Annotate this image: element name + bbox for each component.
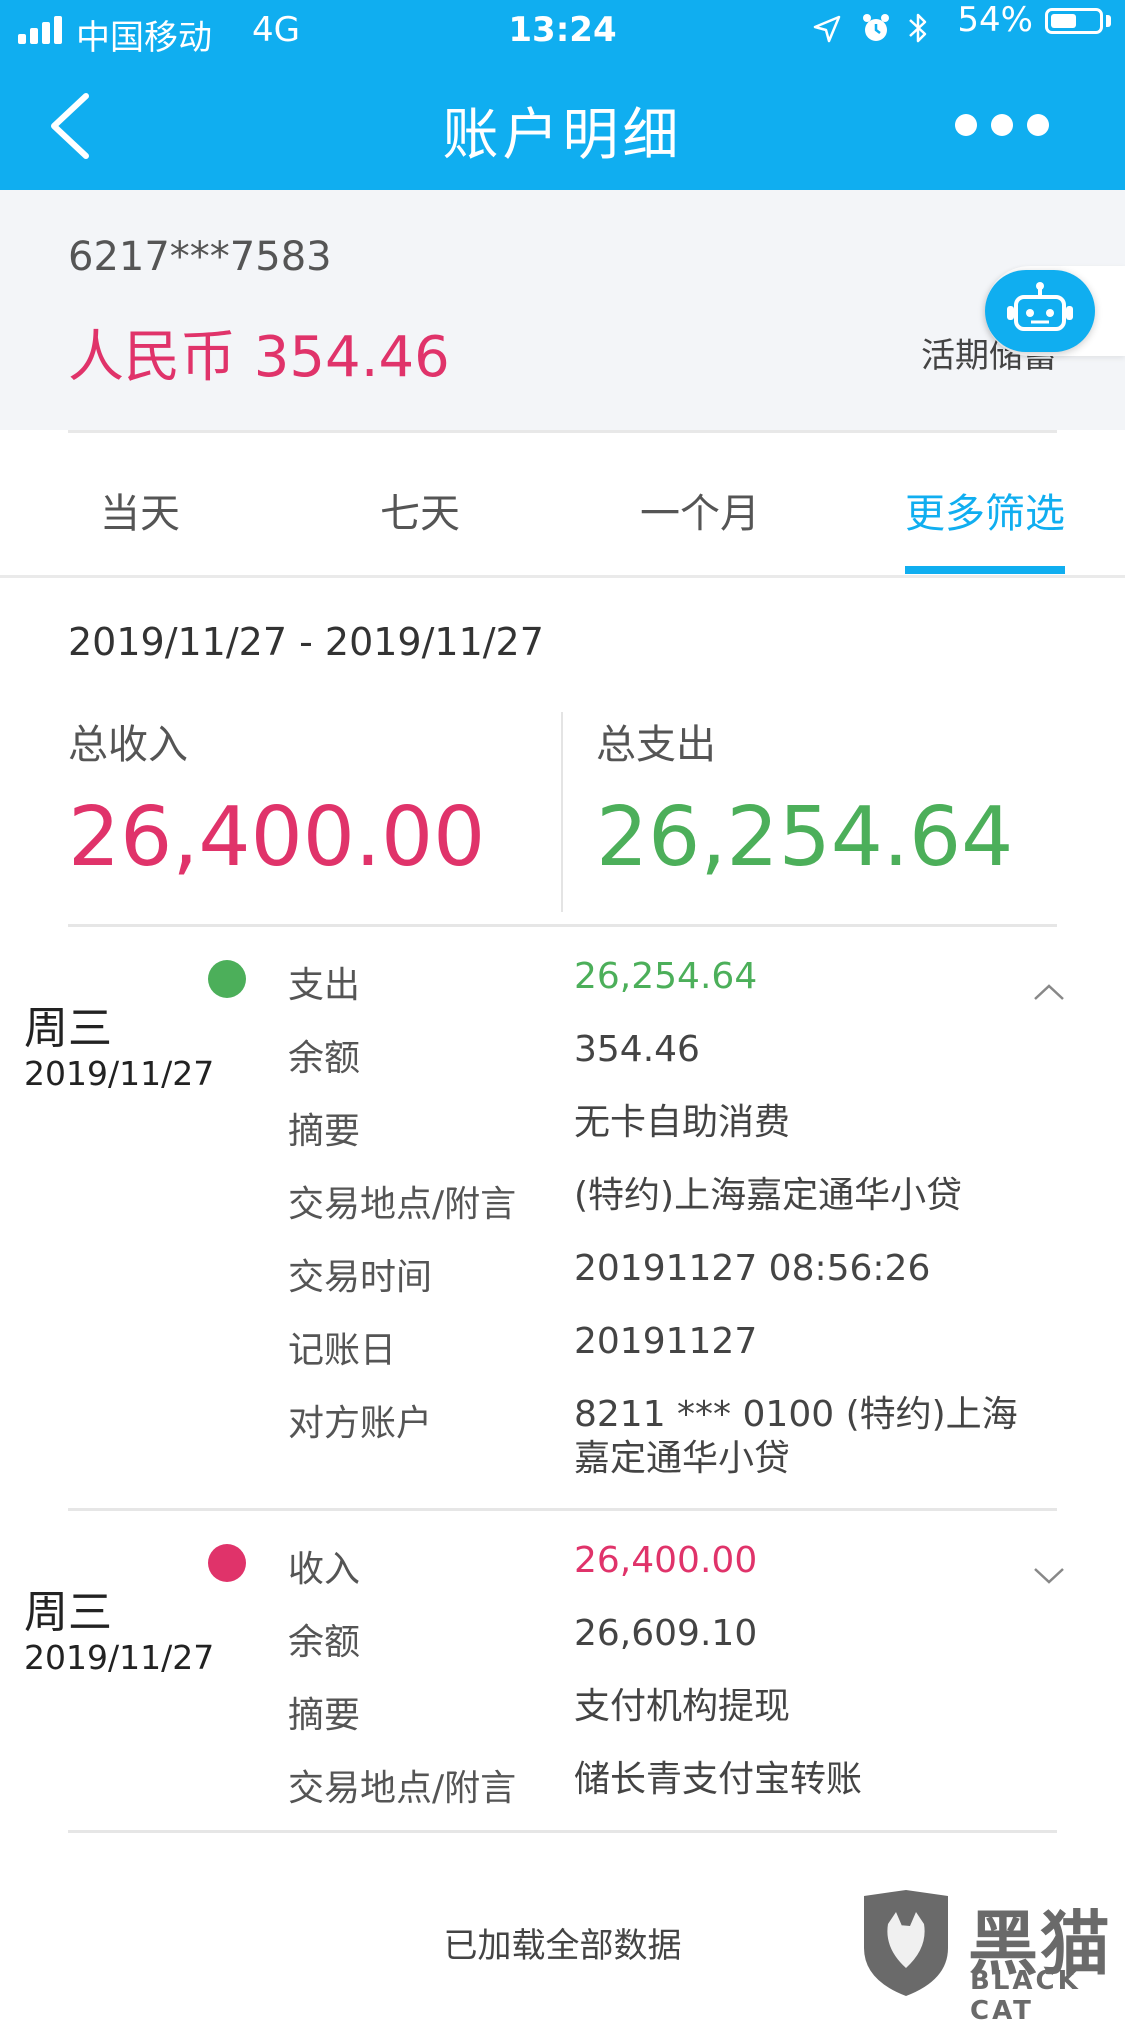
total-expense-label: 总支出 xyxy=(596,722,716,768)
watermark-subtext: BLACK CAT xyxy=(970,1966,1081,2026)
battery-percent: 54% xyxy=(957,0,1033,40)
income-dot-icon xyxy=(208,1544,246,1582)
load-complete-text: 已加载全部数据 xyxy=(443,1926,682,1966)
expense-dot-icon xyxy=(208,960,246,998)
total-expense-value: 26,254.64 xyxy=(596,790,1014,885)
black-cat-logo-icon xyxy=(864,1890,948,1996)
status-bar: 中国移动 4G 13:24 54% xyxy=(0,0,1125,60)
detail-value-continued: 嘉定通华小贷 xyxy=(574,1438,791,1479)
detail-value: (特约)上海嘉定通华小贷 xyxy=(574,1175,963,1216)
transaction-weekday: 周三 xyxy=(24,1003,112,1054)
account-number: 6217***7583 xyxy=(68,234,332,280)
detail-label: 交易时间 xyxy=(288,1257,433,1298)
filter-tabs: 当天 七天 一个月 更多筛选 xyxy=(0,433,1125,575)
tab-one-month[interactable]: 一个月 xyxy=(600,481,800,539)
tab-more-filters[interactable]: 更多筛选 xyxy=(885,481,1085,539)
detail-label: 记账日 xyxy=(288,1330,397,1371)
transaction-date: 2019/11/27 xyxy=(24,1054,215,1093)
detail-label: 余额 xyxy=(288,1038,361,1079)
assistant-button[interactable] xyxy=(985,270,1095,352)
transaction-amount: 26,254.64 xyxy=(574,956,758,997)
transaction-date: 2019/11/27 xyxy=(24,1638,215,1677)
battery-icon xyxy=(1045,8,1103,34)
more-dots-icon[interactable] xyxy=(955,112,1065,136)
detail-label: 交易地点/附言 xyxy=(288,1768,517,1809)
alarm-icon xyxy=(863,14,889,41)
robot-icon xyxy=(1007,282,1073,331)
status-time: 13:24 xyxy=(508,10,617,50)
detail-value: 储长青支付宝转账 xyxy=(574,1759,863,1800)
transaction-amount: 26,400.00 xyxy=(574,1540,758,1581)
bluetooth-icon xyxy=(909,13,927,43)
app-header: 中国移动 4G 13:24 54% 账户明细 xyxy=(0,0,1125,190)
tab-today[interactable]: 当天 xyxy=(40,481,240,539)
divider xyxy=(68,1830,1057,1833)
location-arrow-icon xyxy=(813,15,841,43)
detail-label: 余额 xyxy=(288,1622,361,1663)
detail-label: 摘要 xyxy=(288,1111,361,1152)
account-balance: 人民币 354.46 xyxy=(68,325,450,390)
detail-label: 对方账户 xyxy=(288,1403,433,1444)
divider xyxy=(561,712,563,912)
detail-value: 支付机构提现 xyxy=(574,1686,791,1727)
divider xyxy=(68,1508,1057,1511)
divider xyxy=(68,924,1057,927)
detail-label: 交易地点/附言 xyxy=(288,1184,517,1225)
tab-seven-days[interactable]: 七天 xyxy=(320,481,520,539)
transaction-type-label: 支出 xyxy=(288,965,361,1006)
detail-value: 20191127 xyxy=(574,1321,758,1362)
detail-label: 摘要 xyxy=(288,1695,361,1736)
date-range: 2019/11/27 - 2019/11/27 xyxy=(68,620,544,664)
detail-value: 20191127 08:56:26 xyxy=(574,1248,931,1289)
total-income-label: 总收入 xyxy=(68,722,188,768)
transaction-type-label: 收入 xyxy=(288,1549,361,1590)
detail-value: 26,609.10 xyxy=(574,1613,758,1654)
chevron-down-icon[interactable] xyxy=(1032,1566,1066,1586)
chevron-up-icon[interactable] xyxy=(1032,982,1066,1002)
total-income-value: 26,400.00 xyxy=(68,790,486,885)
divider xyxy=(0,575,1125,578)
active-tab-indicator xyxy=(905,566,1065,574)
detail-value: 无卡自助消费 xyxy=(574,1102,791,1143)
detail-value: 8211 *** 0100 (特约)上海 xyxy=(574,1394,1018,1435)
detail-value: 354.46 xyxy=(574,1029,700,1070)
transaction-weekday: 周三 xyxy=(24,1587,112,1638)
account-card: 6217***7583 人民币 354.46 活期储蓄 xyxy=(0,190,1125,430)
